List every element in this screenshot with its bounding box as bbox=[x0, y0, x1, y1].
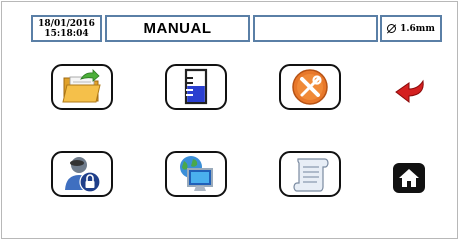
tools-icon bbox=[292, 69, 328, 105]
back-arrow-icon[interactable] bbox=[393, 78, 427, 104]
date-text: 18/01/2016 bbox=[38, 18, 95, 29]
datetime-display: 18/01/2016 15:18:04 bbox=[31, 15, 102, 42]
mode-text: MANUAL bbox=[143, 20, 212, 37]
network-computer-icon bbox=[180, 156, 213, 191]
network-button[interactable] bbox=[165, 151, 227, 197]
home-button[interactable] bbox=[393, 163, 425, 193]
time-text: 15:18:04 bbox=[44, 28, 89, 39]
settings-tools-button[interactable] bbox=[279, 64, 341, 110]
open-folder-icon bbox=[62, 69, 101, 103]
diameter-text: 1.6mm bbox=[400, 23, 435, 34]
open-file-button[interactable] bbox=[51, 64, 113, 110]
program-list-button[interactable] bbox=[279, 151, 341, 197]
scroll-icon bbox=[293, 158, 329, 192]
mode-display: MANUAL bbox=[105, 15, 250, 42]
home-icon bbox=[399, 169, 419, 187]
beaker-icon bbox=[184, 68, 208, 105]
user-lock-icon bbox=[65, 157, 101, 193]
user-login-button[interactable] bbox=[51, 151, 113, 197]
material-button[interactable] bbox=[165, 64, 227, 110]
wire-diameter-display: 1.6mm bbox=[380, 15, 442, 42]
diameter-icon bbox=[387, 24, 397, 33]
info-field bbox=[253, 15, 378, 42]
